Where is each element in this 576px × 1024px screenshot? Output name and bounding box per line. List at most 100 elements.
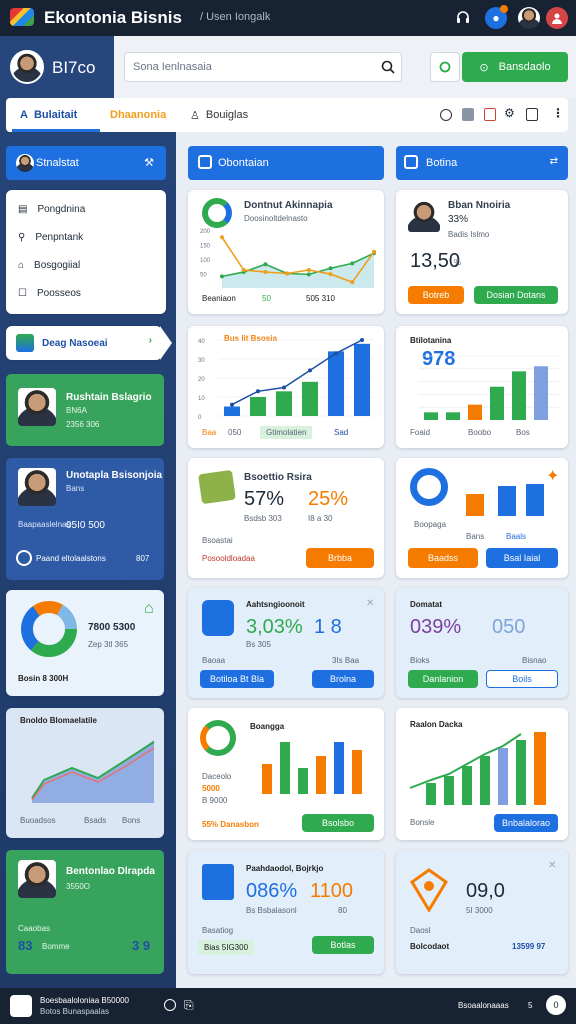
growth-v2: 1 8: [314, 616, 342, 638]
domain-button-2[interactable]: Boils: [486, 670, 558, 688]
tab-overview[interactable]: A Bulaitait: [20, 98, 77, 132]
tab-icon: A: [20, 109, 28, 121]
share-icon[interactable]: ⎘: [184, 998, 194, 1013]
card-award[interactable]: ✕ 09,0 5I 3000 Daosl Bolcodaot 13599 97: [396, 850, 568, 974]
tab-economics[interactable]: Dhaanonia: [110, 98, 166, 132]
stat-button-2[interactable]: Dosian Dotans: [474, 286, 558, 304]
sidebar-card-1[interactable]: Rushtain Bslagrio BN6A 2356 306: [6, 374, 164, 446]
ring-icon: [410, 468, 448, 506]
stack-icon: [16, 334, 34, 352]
bar: [354, 343, 370, 416]
card-bars-2[interactable]: Boangga Daceolo 5000 B 9000 55% Danasbon…: [188, 708, 384, 840]
chart-foot-3: Bos: [516, 428, 530, 437]
database-icon: [202, 600, 234, 636]
card-person-stat[interactable]: Bban Nnoiria 33% Badis Islmo 13,50 % Bot…: [396, 190, 568, 314]
headset-icon[interactable]: [452, 7, 474, 29]
chat-icon[interactable]: [164, 999, 176, 1011]
circle-icon[interactable]: [440, 109, 452, 121]
ring-button-2[interactable]: Bsal Iaial: [486, 548, 558, 568]
sidebar-donut-card[interactable]: ⌂ 7800 5300 Zep 3tl 365 Bosin 8 300H: [6, 590, 164, 696]
card-footer: 55% Danasbon: [202, 820, 259, 829]
more-icon[interactable]: ⋮: [552, 106, 564, 120]
growth-v1: 3,03%: [246, 616, 303, 638]
right-panel-header[interactable]: Botina ⇄: [396, 146, 568, 180]
card-trend[interactable]: Raalon Dacka Bonsle Bnbalalorao: [396, 708, 568, 840]
panel-icon: [404, 155, 418, 169]
bag-item[interactable]: Deag Nasoeai ›: [6, 326, 162, 360]
search-icon[interactable]: [381, 60, 395, 79]
user-avatar[interactable]: [518, 7, 540, 29]
bar-blue: [498, 486, 516, 516]
info-icon[interactable]: 0: [546, 995, 566, 1015]
card-growth[interactable]: Aahtsngioonoit ✕ 3,03% 1 8 Bs 305 Baoaa …: [188, 588, 384, 698]
product-v1: 086%: [246, 880, 298, 902]
card-area-chart[interactable]: Dontnut Akinnapia Doosinoltdelnasto 200 1…: [188, 190, 384, 314]
card-footer: Paand eltolaalstons: [36, 554, 106, 563]
y-tick-label: 40: [198, 339, 205, 345]
tab-business[interactable]: ♙ Bouiglas: [190, 98, 248, 132]
list-icon: ▤: [18, 204, 28, 215]
trend-point: [308, 368, 312, 373]
sidebar-card-2[interactable]: Unotapla Bsisonjoia Bans Baapaaslelnas 0…: [6, 458, 164, 580]
card-ring[interactable]: ✦ Boopaga Bans Baals Baadss Bsal Iaial: [396, 458, 568, 578]
sidebar-header[interactable]: Stnalstat ⚒: [6, 146, 166, 180]
growth-button-2[interactable]: Brolna: [312, 670, 374, 688]
card-product[interactable]: Paahdaodol, Bojrkjo 086% 1100 Bs Bsbalas…: [188, 850, 384, 974]
stat-label: Baapaaslelnas: [18, 520, 71, 529]
card-bar-chart[interactable]: Btilotanina 978 Foaid Boobo Bos: [396, 326, 568, 448]
card-title: Dontnut Akinnapia: [244, 200, 333, 211]
ring-button-1[interactable]: Baadss: [408, 548, 478, 568]
ratio-s2: I8 a 30: [308, 514, 333, 523]
refresh-icon: [439, 61, 451, 73]
mini-line-chart: [31, 740, 155, 803]
card-button[interactable]: Bnbalalorao: [494, 814, 558, 832]
product-button[interactable]: Botlas: [312, 936, 374, 954]
bar: [276, 391, 292, 416]
bar-4: [316, 756, 326, 794]
tab-bar: A Bulaitait Dhaanonia ♙ Bouiglas ⚙ ⋮: [6, 98, 568, 132]
bar-2: [280, 742, 290, 794]
check-icon: [16, 550, 32, 566]
settings-icon[interactable]: ⚙: [504, 106, 515, 120]
person-photo: [18, 468, 56, 506]
close-icon[interactable]: ✕: [548, 860, 556, 871]
menu-item-1[interactable]: ▤ Pongdnina: [18, 204, 85, 215]
person-photo: [18, 860, 56, 898]
stat-button-1[interactable]: Botreb: [408, 286, 464, 304]
left-panel-header[interactable]: Obontaian: [188, 146, 384, 180]
bottom-bar: Boesbaaloloniaa B50000 Botos Bunaspaalas…: [0, 988, 576, 1024]
window-icon[interactable]: [526, 108, 538, 121]
card-l2: 5000: [202, 784, 220, 793]
profile-icon[interactable]: [546, 7, 568, 29]
award-value: 09,0: [466, 880, 505, 902]
card-bar-line-chart[interactable]: Bus lit Bsosia 40 30 20 10 0 Baa 050 Gtimola…: [188, 326, 384, 448]
card-ratio[interactable]: Bsoettio Rsira 57% 25% Bsdsb 303 I8 a 30…: [188, 458, 384, 578]
bar: [468, 404, 482, 420]
doc-icon[interactable]: [462, 108, 474, 121]
domain-f2: Bisnao: [522, 656, 547, 665]
domain-button-1[interactable]: Danlanion: [408, 670, 478, 688]
growth-button-1[interactable]: Botiloa Bt Bla: [200, 670, 274, 688]
profile-avatar[interactable]: [10, 50, 44, 84]
sidebar-card-5[interactable]: Bentonlao Dlrapda 3550O Caaobas 83 Bomme…: [6, 850, 164, 974]
menu-item-2[interactable]: ⚲ Penpntank: [18, 232, 83, 243]
sidebar-chart-card[interactable]: Bnoldo Blomaelatile Buoadsos Bsads Bons: [6, 708, 164, 838]
bar-orange: [466, 494, 484, 516]
menu-item-4[interactable]: ☐ Poosseos: [18, 288, 81, 299]
right-header-label: Botina: [426, 157, 458, 169]
card-button[interactable]: Bsolsbo: [302, 814, 374, 832]
breadcrumb: / Usen Iongalk: [200, 11, 271, 23]
camera-icon[interactable]: [484, 108, 496, 121]
card-foot-3: 505 310: [306, 294, 335, 303]
search-input[interactable]: Sona Ienlnasaia: [124, 52, 402, 82]
pen-icon[interactable]: [10, 995, 32, 1017]
refresh-button[interactable]: [430, 52, 460, 82]
primary-action-button[interactable]: ⊙ Bansdaolo: [462, 52, 568, 82]
card-name: Bentonlao Dlrapda: [66, 866, 155, 877]
chart-foot-1: Foaid: [410, 428, 431, 437]
card-domain[interactable]: Domatat 039% 050 Bioks Bisnao Danlanion …: [396, 588, 568, 698]
bar: [328, 351, 344, 416]
ratio-button[interactable]: Brbba: [306, 548, 374, 568]
menu-item-3[interactable]: ⌂ Bosgogiial: [18, 260, 80, 271]
close-icon[interactable]: ✕: [366, 598, 374, 609]
